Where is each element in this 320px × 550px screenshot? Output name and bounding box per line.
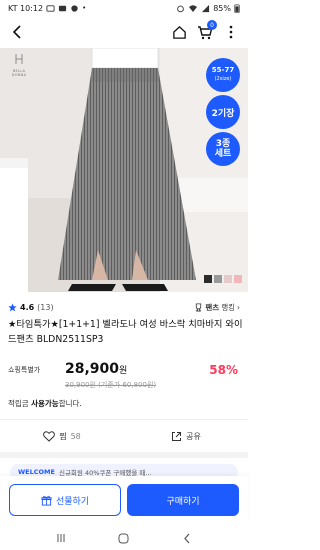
share-icon xyxy=(172,431,182,441)
star-icon xyxy=(8,302,17,311)
buy-button-label: 구매하기 xyxy=(166,496,200,507)
bottom-purchase-bar: 선물하기 구매하기 xyxy=(0,476,248,524)
price-block: 쇼핑특별가 28,900원 30,900원 (기준가 60,800원) 58% xyxy=(8,360,240,390)
back-button[interactable] xyxy=(8,23,26,41)
size-badge-line2: (2size) xyxy=(214,76,232,82)
home-button[interactable] xyxy=(170,23,188,41)
back-chevron-icon xyxy=(183,533,190,543)
carrier-time: KT 10:12 xyxy=(8,3,44,13)
share-button[interactable]: 공유 xyxy=(124,431,248,442)
gift-button-label: 선물하기 xyxy=(55,496,90,507)
signal-icon xyxy=(202,4,210,12)
points-suffix: 합니다. xyxy=(58,399,82,408)
points-notice: 적립금 사용가능합니다. xyxy=(8,398,82,409)
status-bar: KT 10:12 • 85% xyxy=(0,0,248,16)
cart-button[interactable]: 0 xyxy=(196,20,217,41)
rating-score: 4.6 xyxy=(20,302,35,312)
rating-count: (13) xyxy=(37,302,54,312)
recent-apps-button[interactable] xyxy=(51,531,71,545)
battery-level: 85% xyxy=(213,3,231,13)
ranking-link[interactable]: 팬츠 랭킹 › xyxy=(194,302,240,313)
share-label: 공유 xyxy=(186,431,201,441)
product-title: ★타임특가★[1+1+1] 벨라도나 여성 바스락 치마바지 와이드팬츠 BLD… xyxy=(8,319,243,345)
battery-icon xyxy=(234,4,240,13)
swatch-grey[interactable] xyxy=(214,275,222,283)
set-badge-line1: 3종 xyxy=(215,139,231,149)
wifi-icon xyxy=(189,4,198,12)
rank-chevron: › xyxy=(237,302,240,312)
original-price-note: (기준가 60,800원) xyxy=(98,381,157,389)
sale-price: 28,900원 xyxy=(65,361,127,377)
rank-category: 팬츠 xyxy=(205,302,220,312)
points-prefix: 적립금 xyxy=(8,399,29,408)
notification-icon xyxy=(46,4,55,12)
length-badge: 2기장 xyxy=(206,95,240,129)
price-label: 쇼핑특별가 xyxy=(8,366,41,374)
sms-icon xyxy=(59,5,67,11)
home-circle-icon xyxy=(118,533,129,543)
cart-count-badge: 0 xyxy=(207,20,217,30)
sale-price-unit: 원 xyxy=(119,366,128,376)
original-price: 30,900원 (기준가 60,800원) xyxy=(65,380,156,390)
size-badge-line1: 55-77 xyxy=(211,66,235,74)
set-badge: 3종 세트 xyxy=(206,132,240,166)
system-nav-bar xyxy=(0,526,248,550)
points-highlight: 사용가능 xyxy=(31,399,59,408)
home-icon xyxy=(172,25,186,39)
more-button[interactable] xyxy=(222,23,240,41)
app-header: 0 xyxy=(0,16,248,48)
gift-icon xyxy=(41,495,52,506)
sale-price-amount: 28,900 xyxy=(65,361,120,377)
length-badge-text: 2기장 xyxy=(211,108,235,119)
discount-rate: 58% xyxy=(209,363,238,377)
back-arrow-icon xyxy=(12,25,21,39)
promo-welcome: WELCOME xyxy=(18,468,55,476)
brand-logo-icon xyxy=(15,54,23,64)
swatch-beige[interactable] xyxy=(224,275,232,283)
alarm-icon xyxy=(177,5,185,12)
heart-icon xyxy=(43,430,56,442)
swatch-black[interactable] xyxy=(204,275,212,283)
brand-logo: BELLA DONNA xyxy=(8,50,30,77)
gift-button[interactable]: 선물하기 xyxy=(9,484,122,516)
rating-row: 4.6 (13) 팬츠 랭킹 › xyxy=(8,300,240,314)
rank-suffix: 랭킹 xyxy=(221,302,235,312)
action-row: 찜 58 공유 xyxy=(0,421,248,451)
size-badge: 55-77 (2size) xyxy=(206,58,240,92)
status-dot: • xyxy=(82,4,87,12)
original-price-amount: 30,900원 xyxy=(65,381,96,389)
swatch-pink[interactable] xyxy=(234,275,242,283)
back-nav-button[interactable] xyxy=(177,531,197,545)
more-icon xyxy=(229,25,233,39)
like-count: 58 xyxy=(70,431,81,441)
recent-apps-icon xyxy=(57,534,65,542)
set-badge-line2: 세트 xyxy=(214,149,232,159)
trophy-icon xyxy=(196,302,202,312)
color-swatches xyxy=(204,275,242,283)
section-divider xyxy=(0,452,248,458)
home-nav-button[interactable] xyxy=(114,531,134,545)
brand-watermark: BELLA DONNA xyxy=(11,69,27,77)
rating-summary[interactable]: 4.6 (13) xyxy=(8,303,54,312)
like-button[interactable]: 찜 58 xyxy=(0,430,124,442)
like-label: 찜 xyxy=(59,431,67,441)
divider xyxy=(0,419,248,420)
buy-button[interactable]: 구매하기 xyxy=(127,484,239,516)
app-notification-icon xyxy=(71,4,78,12)
product-image[interactable]: BELLA DONNA 55-77 (2size) 2기장 3종 세트 xyxy=(0,48,248,292)
